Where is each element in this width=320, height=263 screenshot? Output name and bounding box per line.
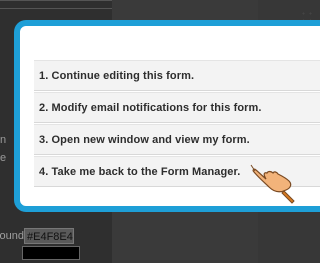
color-swatch[interactable] <box>22 246 80 260</box>
background-color-label: ound <box>0 230 24 242</box>
background-divider <box>0 0 112 1</box>
background-text-fragment: e <box>0 152 7 164</box>
option-view-form-new-window[interactable]: 3. Open new window and view my form. <box>34 124 320 155</box>
background-text-fragment: n <box>0 134 7 146</box>
background-color-input[interactable]: #E4F8E4 <box>24 228 74 244</box>
background-divider <box>0 8 112 9</box>
option-continue-editing[interactable]: 1. Continue editing this form. <box>34 60 320 91</box>
background-color-row: ound #E4F8E4 <box>0 226 80 246</box>
option-modify-email-notifications[interactable]: 2. Modify email notifications for this f… <box>34 92 320 123</box>
pointing-hand-icon <box>250 164 295 204</box>
